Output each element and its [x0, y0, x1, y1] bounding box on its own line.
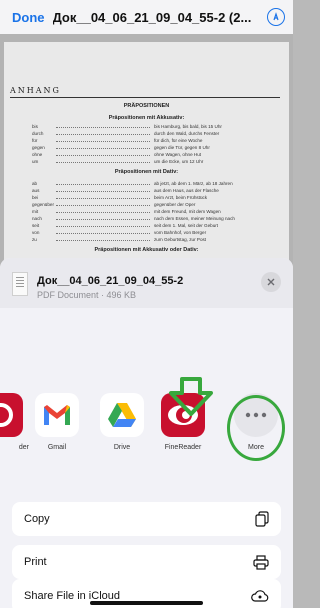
- doc-heading-prepositions: PRÄPOSITIONEN: [123, 103, 170, 109]
- document-preview[interactable]: ANHANG PRÄPOSITIONEN Präpositionen mit A…: [0, 34, 293, 290]
- icloud-share-icon: [251, 589, 269, 602]
- doc-row: bei beim Arzt, beim Frühstück: [32, 195, 208, 200]
- app-label: FineReader: [164, 444, 202, 451]
- printer-icon: [253, 554, 269, 570]
- doc-row: bis bis Hamburg, bis bald, bis 15 Uhr: [32, 124, 222, 129]
- print-action[interactable]: Print: [12, 545, 281, 579]
- markup-pen-icon: [273, 12, 279, 21]
- app-drive[interactable]: Drive: [92, 393, 152, 451]
- doc-heading-wechsel: Präpositionen mit Akkusativ oder Dativ:: [94, 247, 199, 253]
- document-page: ANHANG PRÄPOSITIONEN Präpositionen mit A…: [4, 42, 289, 290]
- action-label: Copy: [24, 513, 50, 525]
- doc-anhang: ANHANG: [10, 86, 61, 95]
- action-label: Print: [24, 556, 47, 568]
- file-meta: PDF Document · 496 KB: [37, 290, 137, 300]
- doc-row: um um die Ecke, um 12 Uhr: [32, 159, 204, 164]
- app-label: Gmail: [47, 444, 67, 451]
- app-label: Drive: [113, 444, 131, 451]
- doc-row: durch durch den Wald, durchs Fenster: [32, 131, 220, 136]
- markup-button[interactable]: [267, 8, 285, 26]
- partial-app-icon: [0, 393, 23, 437]
- gmail-icon: [35, 393, 79, 437]
- doc-row: gegen gegen die Tür, gegen 8 Uhr: [32, 145, 210, 150]
- doc-heading-akkusativ: Präpositionen mit Akkusativ:: [108, 115, 185, 121]
- doc-row: gegenüber gegenüber der Oper: [32, 202, 196, 207]
- annotation-circle: [227, 395, 285, 461]
- doc-row: für für dich, für eine Woche: [32, 138, 203, 143]
- file-name: Док__04_06_21_09_04_55-2: [37, 275, 184, 287]
- google-drive-icon: [100, 393, 144, 437]
- doc-row: ab ab jetzt, ab dem 1. März, ab 18 Jahren: [32, 181, 233, 186]
- doc-row: zu zum Geburtstag, zur Post: [32, 237, 207, 242]
- close-icon: [267, 278, 275, 286]
- home-indicator: [90, 601, 203, 605]
- doc-row: nach nach dem Essen, meiner Meinung nach: [32, 216, 235, 221]
- screen: { "topbar": { "done_label": "Done", "tit…: [0, 0, 293, 608]
- doc-row: von vom Bahnhof, von Berger: [32, 230, 207, 235]
- document-title: Док__04_06_21_09_04_55-2 (2...: [52, 9, 252, 25]
- close-button[interactable]: [261, 272, 281, 292]
- file-header: Док__04_06_21_09_04_55-2 PDF Document · …: [0, 258, 293, 308]
- copy-icon: [255, 511, 269, 527]
- copy-action[interactable]: Copy: [12, 502, 281, 536]
- doc-row: ohne ohne Wagen, ohne Hut: [32, 152, 202, 157]
- doc-row: seit seit dem 1. Mal, seit der Geburt: [32, 223, 219, 228]
- done-button[interactable]: Done: [12, 10, 45, 25]
- doc-rule: [10, 97, 280, 98]
- file-thumbnail: [12, 272, 28, 296]
- doc-row: mit mit dem Freund, mit dem Wagen: [32, 209, 221, 214]
- doc-heading-dativ: Präpositionen mit Dativ:: [114, 169, 179, 175]
- doc-row: aus aus dem Haus, aus der Flasche: [32, 188, 219, 193]
- navigation-bar: Done Док__04_06_21_09_04_55-2 (2...: [0, 0, 293, 34]
- annotation-arrow-icon: [169, 377, 213, 416]
- app-gmail[interactable]: Gmail: [27, 393, 87, 451]
